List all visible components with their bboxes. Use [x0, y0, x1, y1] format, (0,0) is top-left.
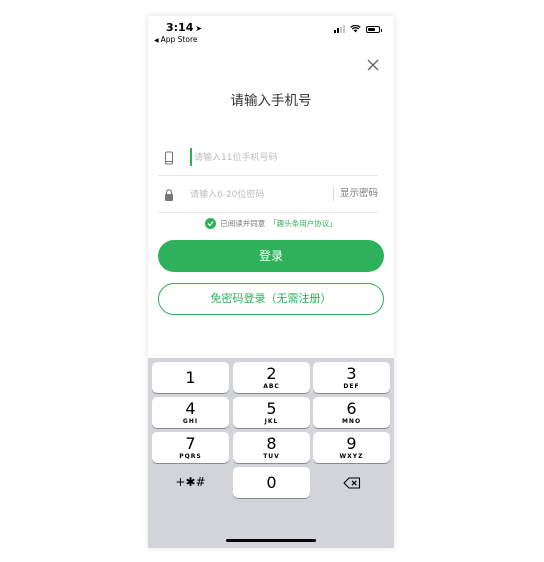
key-number: 5 — [266, 399, 277, 418]
key-number: 0 — [266, 473, 277, 492]
key-letters: JKL — [264, 418, 279, 425]
agreement-row: 已阅读并同意 「趣头条用户协议」 — [148, 218, 394, 229]
phone-icon — [164, 151, 174, 165]
phone-number-input[interactable] — [194, 148, 344, 168]
symbols-label: +✱# — [175, 475, 206, 489]
back-app-label: App Store — [160, 35, 198, 44]
text-caret — [190, 148, 192, 166]
numeric-keyboard: 1 2 ABC 3 DEF 4 GHI 5 JKL 6 MNO 7 PQRS 8… — [148, 358, 394, 548]
phone-screen: 3:14➤ ◀App Store 请输入手机号 显示密码 — [148, 16, 394, 548]
key-3[interactable]: 3 DEF — [313, 362, 390, 393]
signal-icon — [334, 25, 345, 33]
key-number: 1 — [185, 368, 196, 387]
key-letters: DEF — [343, 383, 360, 390]
key-5[interactable]: 5 JKL — [233, 397, 310, 428]
key-8[interactable]: 8 TUV — [233, 432, 310, 463]
key-number: 4 — [185, 399, 196, 418]
close-icon[interactable] — [366, 58, 380, 72]
key-number: 2 — [266, 364, 277, 383]
home-indicator[interactable] — [226, 539, 316, 542]
phone-field — [158, 140, 378, 176]
delete-key[interactable] — [313, 467, 390, 498]
key-letters: WXYZ — [339, 453, 364, 460]
key-letters: MNO — [341, 418, 362, 425]
key-2[interactable]: 2 ABC — [233, 362, 310, 393]
key-number: 8 — [266, 434, 277, 453]
back-triangle-icon: ◀ — [154, 37, 159, 44]
key-4[interactable]: 4 GHI — [152, 397, 229, 428]
password-input[interactable] — [190, 185, 340, 205]
battery-icon — [366, 25, 382, 33]
key-9[interactable]: 9 WXYZ — [313, 432, 390, 463]
key-letters: ABC — [263, 383, 280, 390]
password-field: 显示密码 — [158, 177, 378, 213]
key-number: 6 — [346, 399, 357, 418]
back-to-app-link[interactable]: ◀ App Store — [154, 35, 197, 44]
lock-icon — [165, 189, 173, 201]
key-letters: GHI — [182, 418, 199, 425]
status-indicators — [334, 25, 382, 33]
symbols-key[interactable]: +✱# — [152, 467, 229, 498]
agree-checkbox[interactable] — [205, 218, 217, 229]
key-6[interactable]: 6 MNO — [313, 397, 390, 428]
show-password-toggle[interactable]: 显示密码 — [332, 187, 378, 201]
location-arrow-icon: ➤ — [195, 24, 203, 33]
key-0[interactable]: 0 — [233, 467, 310, 498]
status-time-text: 3:14 — [166, 21, 194, 34]
user-agreement-link[interactable]: 「趣头条用户协议」 — [269, 218, 337, 229]
page-title: 请输入手机号 — [230, 93, 312, 109]
key-7[interactable]: 7 PQRS — [152, 432, 229, 463]
key-letters: PQRS — [179, 453, 202, 460]
key-letters: TUV — [263, 453, 280, 460]
check-icon — [207, 221, 214, 227]
key-number: 9 — [346, 434, 357, 453]
login-button[interactable]: 登录 — [158, 240, 384, 272]
backspace-icon — [342, 477, 360, 489]
passwordless-login-button[interactable]: 免密码登录（无需注册） — [158, 283, 384, 315]
key-number: 3 — [346, 364, 357, 383]
key-number: 7 — [185, 434, 196, 453]
status-time: 3:14 ➤ — [166, 21, 202, 34]
key-1[interactable]: 1 — [152, 362, 229, 393]
wifi-icon — [350, 25, 361, 33]
agree-text: 已阅读并同意 — [220, 219, 266, 228]
